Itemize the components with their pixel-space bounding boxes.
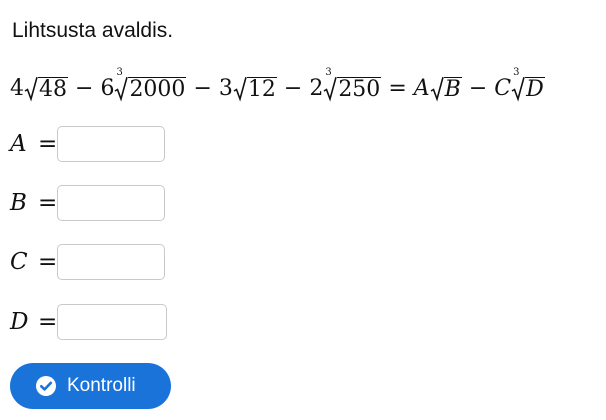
- minus-operator: −: [193, 76, 212, 101]
- term3-coef: 3: [218, 76, 233, 101]
- answer-row-d: D =: [10, 304, 167, 340]
- square-root: 48: [24, 76, 68, 102]
- radical-sign-icon: [233, 76, 247, 102]
- rhs1-coef: A: [413, 76, 430, 101]
- radical-sign-icon: [430, 76, 444, 102]
- radical-sign-icon: [24, 76, 38, 102]
- root-index: 3: [116, 67, 123, 78]
- instruction-text: Lihtsusta avaldis.: [12, 19, 174, 42]
- answer-row-b: B =: [10, 185, 165, 221]
- cube-root: 3 D: [511, 68, 545, 102]
- check-circle-icon: [36, 376, 56, 396]
- check-button[interactable]: Kontrolli: [10, 363, 171, 409]
- cube-root: 3 2000: [114, 68, 187, 102]
- rhs1-radicand: B: [443, 77, 462, 102]
- root-index: 3: [325, 67, 332, 78]
- term1-radicand: 48: [38, 77, 68, 102]
- equals-sign: =: [38, 249, 58, 275]
- radical-sign-icon: [323, 76, 338, 102]
- cube-root: 3 250: [323, 68, 382, 102]
- minus-operator: −: [75, 76, 94, 101]
- term3-radicand: 12: [246, 77, 277, 102]
- field-label: D: [10, 309, 29, 335]
- radical-sign-icon: [114, 76, 129, 102]
- answer-row-a: A =: [10, 126, 165, 162]
- answer-input-d[interactable]: [57, 304, 167, 340]
- equals-operator: =: [388, 76, 407, 101]
- equals-sign: =: [38, 131, 58, 157]
- radical-sign-icon: [511, 76, 525, 102]
- root-index: 3: [513, 67, 520, 78]
- equals-sign: =: [38, 309, 58, 335]
- field-label: C: [10, 249, 28, 275]
- rhs2-radicand: D: [525, 77, 545, 102]
- term1-coef: 4: [10, 76, 24, 101]
- rhs2-coef: C: [494, 76, 512, 101]
- equals-sign: =: [38, 190, 58, 216]
- term2-radicand: 2000: [128, 77, 187, 102]
- term4-coef: 2: [309, 76, 324, 101]
- check-button-label: Kontrolli: [67, 375, 136, 396]
- equation: 4 48 − 6 3 2000 − 3 12 − 2 3 250 = A B −…: [10, 66, 545, 102]
- square-root: B: [430, 76, 462, 102]
- answer-input-b[interactable]: [57, 185, 165, 221]
- minus-operator: −: [468, 76, 488, 101]
- term2-coef: 6: [100, 76, 115, 101]
- field-label: A: [10, 131, 27, 157]
- answer-row-c: C =: [10, 244, 165, 280]
- answer-input-a[interactable]: [57, 126, 165, 162]
- term4-radicand: 250: [337, 77, 382, 102]
- square-root: 12: [233, 76, 277, 102]
- field-label: B: [10, 190, 27, 216]
- answer-input-c[interactable]: [57, 244, 165, 280]
- minus-operator: −: [283, 76, 303, 101]
